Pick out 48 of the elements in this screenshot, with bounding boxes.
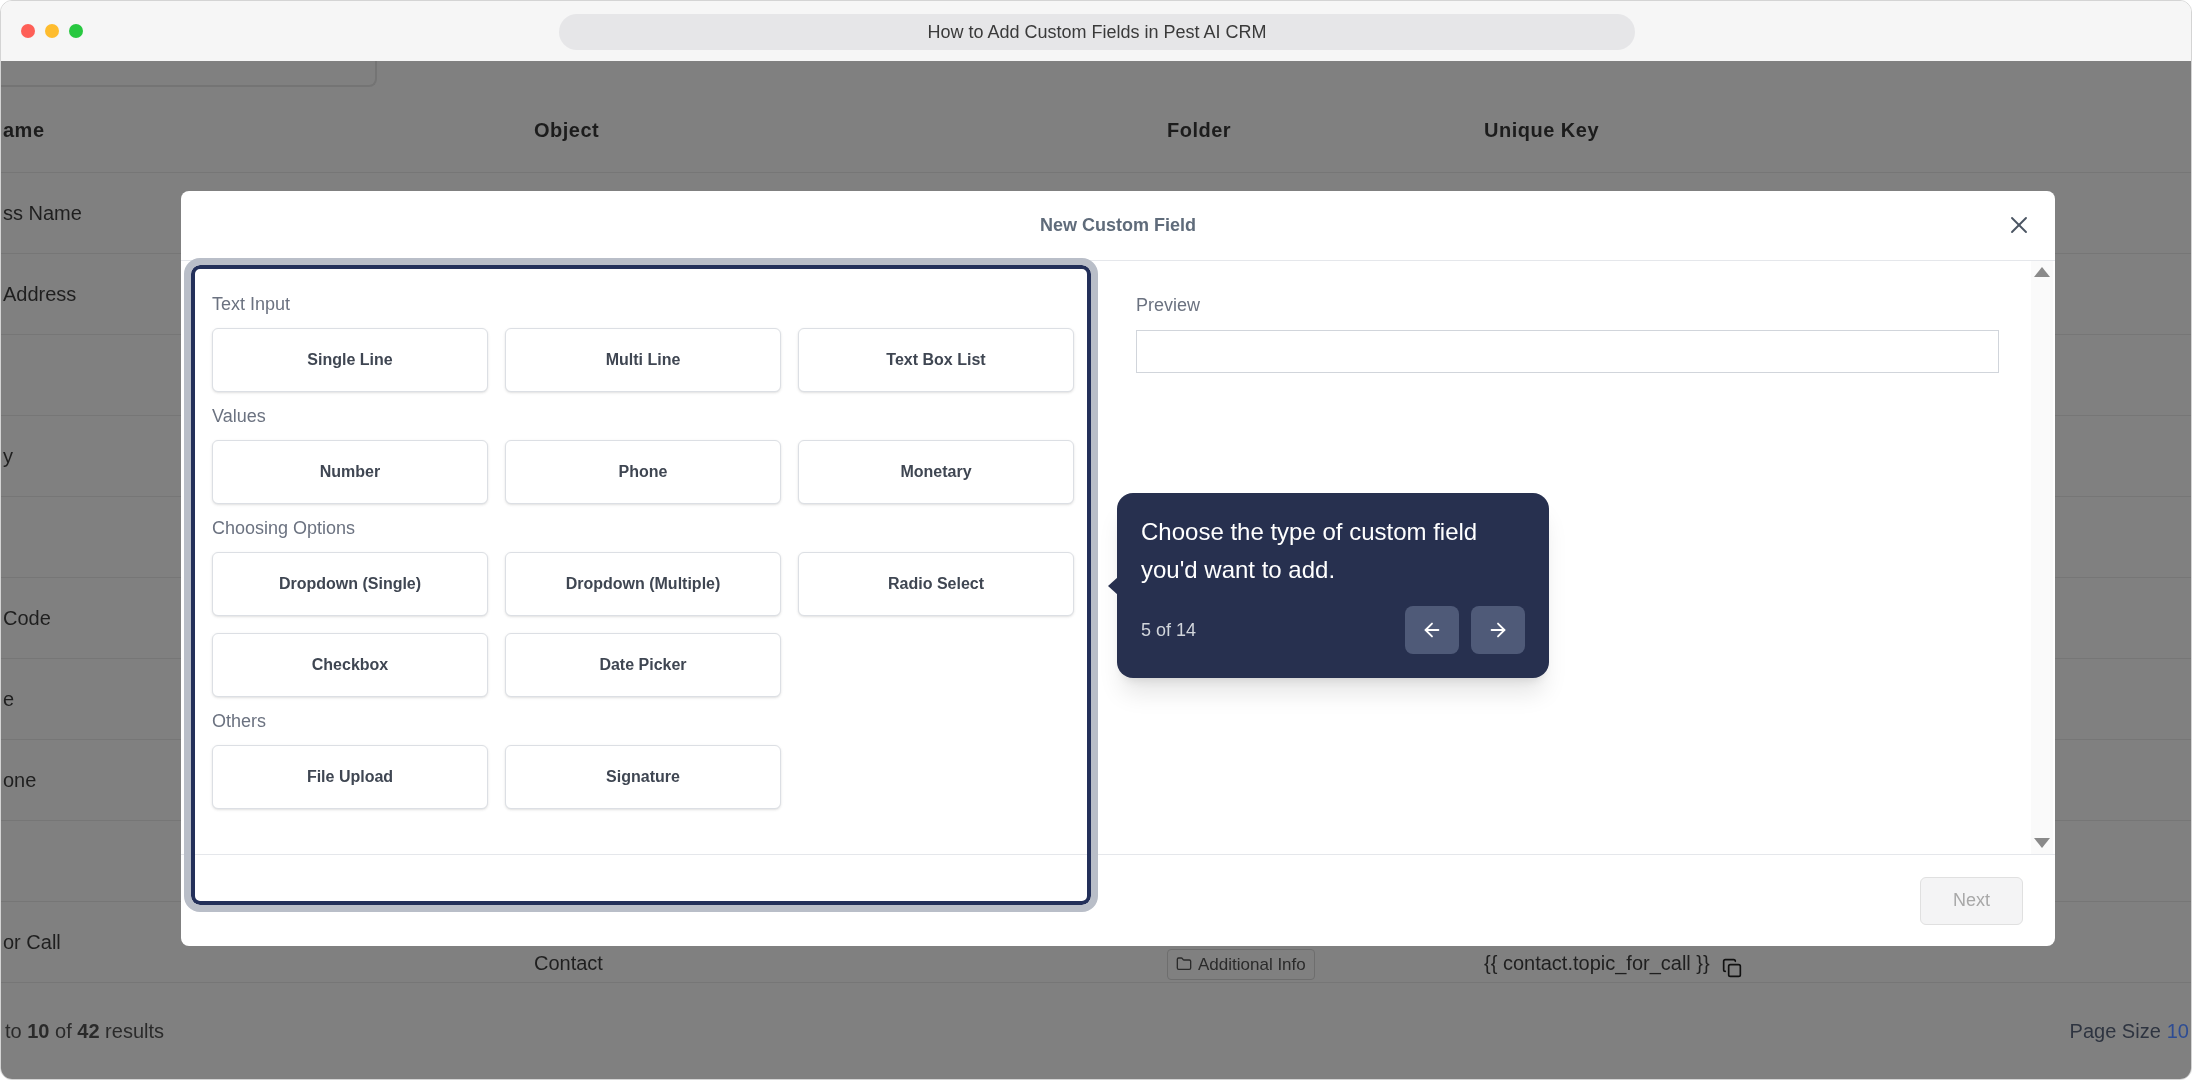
table-cell-text: y <box>3 444 13 469</box>
table-cell-text: Contact <box>534 951 603 976</box>
section-label: Values <box>212 404 267 428</box>
field-type-button[interactable]: Text Box List <box>798 328 1074 392</box>
preview-field[interactable] <box>1136 330 1999 373</box>
page-size-label: Page Size <box>2069 1019 2161 1044</box>
table-cell-text: {{ contact.topic_for_call }} <box>1484 951 1710 977</box>
scrollbar[interactable] <box>2031 261 2053 854</box>
forward-button[interactable] <box>1471 606 1525 654</box>
table-cell-text: Address <box>3 282 77 307</box>
field-type-button[interactable]: Date Picker <box>505 633 781 697</box>
table-cell-text: one <box>3 768 37 793</box>
field-type-button[interactable]: Number <box>212 440 488 504</box>
table-cell-text: or Call <box>3 930 61 955</box>
maximize-window-icon[interactable] <box>69 24 83 38</box>
modal-title: New Custom Field <box>1040 214 1196 237</box>
column-header: Object <box>534 118 600 141</box>
section-label: Text Input <box>212 292 292 316</box>
close-window-icon[interactable] <box>21 24 35 38</box>
folder-icon <box>1176 956 1192 973</box>
step-counter: 5 of 14 <box>1141 618 1197 642</box>
column-header: Folder <box>1167 118 1232 141</box>
field-type-button[interactable]: File Upload <box>212 745 488 809</box>
results-count: to 10 of 42 results <box>4 1019 164 1044</box>
field-type-button[interactable]: Phone <box>505 440 781 504</box>
field-type-button[interactable]: Radio Select <box>798 552 1074 616</box>
field-type-button[interactable]: Checkbox <box>212 633 488 697</box>
column-header: Unique Key <box>1484 118 1600 141</box>
table-cell-text: e <box>3 687 15 712</box>
preview-label: Preview <box>1136 293 1202 317</box>
table-cell-text: Code <box>3 606 51 631</box>
section-label: Choosing Options <box>212 516 357 540</box>
window-title: How to Add Custom Fields in Pest AI CRM <box>559 14 1635 50</box>
field-type-button[interactable]: Dropdown (Single) <box>212 552 488 616</box>
tooltip-text: Choose the type of custom field you'd want to add. <box>1141 517 1479 585</box>
back-button[interactable] <box>1405 606 1459 654</box>
copy-icon[interactable] <box>1721 958 1742 978</box>
scroll-up-icon[interactable] <box>2034 267 2050 277</box>
section-label: Others <box>212 709 268 733</box>
scroll-down-icon[interactable] <box>2034 838 2050 848</box>
column-header: ame <box>3 118 45 141</box>
folder-tag: Additional Info <box>1167 948 1315 980</box>
field-type-button[interactable]: Monetary <box>798 440 1074 504</box>
field-type-button[interactable]: Dropdown (Multiple) <box>505 552 781 616</box>
field-type-button[interactable]: Multi Line <box>505 328 781 392</box>
table-cell-text: ss Name <box>3 201 82 226</box>
field-type-button[interactable]: Single Line <box>212 328 488 392</box>
field-type-button[interactable]: Signature <box>505 745 781 809</box>
